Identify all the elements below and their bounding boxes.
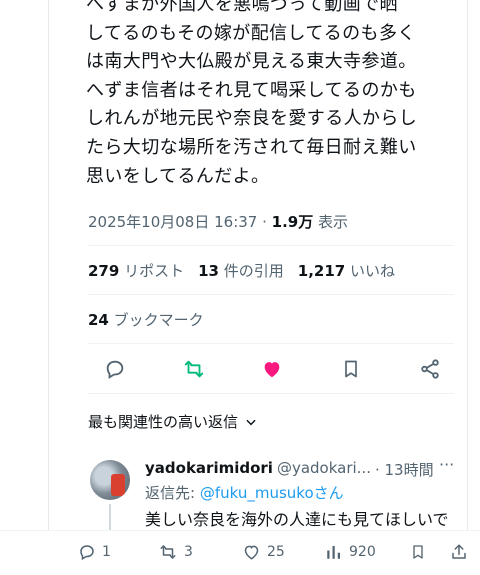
reply-views-count: 920 — [349, 544, 376, 560]
reposts-stat[interactable]: 279 リポスト — [88, 260, 184, 281]
reply-time[interactable]: · 13時間 — [375, 459, 434, 480]
tweet-text: へずまが外国人を悪嗚づって動画で晒 してるのもその嫁が配信してるのも多く は南大… — [86, 0, 466, 191]
share-icon — [421, 359, 439, 379]
reply-sort-label: 最も関連性の高い返信 — [88, 413, 239, 431]
like-button[interactable] — [258, 355, 286, 383]
reply-sort-dropdown[interactable]: 最も関連性の高い返信 — [88, 411, 258, 432]
divider — [88, 245, 454, 246]
heart-icon — [244, 545, 259, 560]
reply-share-button[interactable] — [450, 543, 468, 561]
reply-icon — [106, 360, 124, 379]
reply-icon — [80, 545, 94, 561]
thread-border-right — [467, 0, 468, 574]
reply-replies-count: 1 — [102, 544, 111, 560]
tweet-text-line: たら大切な場所を汚されて毎日耐え難い — [86, 136, 417, 158]
reposts-label: リポスト — [124, 262, 185, 280]
tweet-text-line: してるのもその嫁が配信してるのも多く — [86, 22, 416, 44]
reply-to-mention[interactable]: @fuku_musukoさん — [200, 484, 344, 502]
share-button[interactable] — [416, 355, 444, 383]
reply-author-name[interactable]: yadokarimidori — [145, 459, 273, 480]
likes-label: いいね — [350, 262, 396, 280]
reply-reposts-count: 3 — [184, 544, 193, 560]
tweet-timestamp[interactable]: 2025年10月08日 16:37 · — [88, 213, 272, 231]
likes-stat[interactable]: 1,217 いいね — [298, 260, 395, 281]
views-count: 1.9万 — [271, 213, 314, 231]
bookmark-button[interactable] — [337, 355, 365, 383]
reply-to-line: 返信先: @fuku_musukoさん — [145, 482, 344, 503]
chevron-down-icon — [246, 419, 256, 425]
divider — [88, 343, 454, 344]
reply-likes-count: 25 — [267, 544, 285, 560]
reply-bookmark-button[interactable] — [410, 543, 426, 561]
more-options-button[interactable]: ··· — [439, 455, 454, 474]
divider — [88, 294, 454, 295]
bookmarks-count: 24 — [88, 311, 109, 329]
reply-like-button[interactable]: 25 — [242, 543, 285, 561]
quotes-stat[interactable]: 13 件の引用 — [198, 260, 284, 281]
reply-reply-button[interactable]: 1 — [78, 543, 111, 561]
reposts-count: 279 — [88, 262, 120, 280]
tweet-text-line: しれんが地元民や奈良を愛する人からし — [86, 108, 418, 130]
quotes-count: 13 — [198, 262, 219, 280]
bookmarks-label: ブックマーク — [113, 311, 204, 329]
reply-author-handle[interactable]: @yadokari... — [277, 459, 371, 480]
tweet-text-line: へずま信者はそれ見て喝采してるのかも — [86, 79, 417, 101]
reply-header: yadokarimidori @yadokari... · 13時間 — [145, 459, 434, 480]
reply-text: 美しい奈良を海外の人達にも見てほしいで — [145, 510, 449, 529]
reply-views-button[interactable]: 920 — [325, 543, 376, 561]
likes-count: 1,217 — [297, 262, 346, 280]
bar-chart-icon — [327, 546, 340, 559]
reply-repost-button[interactable]: 3 — [158, 543, 193, 561]
engagement-stats: 279 リポスト 13 件の引用 1,217 いいね — [88, 260, 395, 281]
avatar-detail — [111, 474, 125, 496]
reply-to-prefix: 返信先: — [145, 484, 200, 502]
upload-icon — [452, 544, 466, 559]
reply-action-bar: 1 3 25 920 — [0, 530, 480, 575]
repost-icon — [160, 545, 176, 559]
thread-border-left — [48, 0, 49, 574]
tweet-meta: 2025年10月08日 16:37 · 1.9万 表示 — [88, 211, 348, 232]
tweet-text-line: へずまが外国人を悪嗚づって動画で晒 — [86, 0, 398, 15]
views-label: 表示 — [313, 213, 349, 231]
bookmark-icon — [345, 360, 357, 378]
reply-button[interactable] — [101, 355, 129, 383]
tweet-text-line: 思いをしてるんだよ。 — [86, 165, 270, 187]
avatar[interactable] — [90, 460, 130, 500]
bookmarks-stat[interactable]: 24 ブックマーク — [88, 309, 204, 330]
heart-filled-icon — [264, 362, 280, 378]
repost-icon — [184, 360, 204, 378]
quotes-label: 件の引用 — [223, 262, 284, 280]
divider — [88, 393, 454, 394]
repost-button[interactable] — [180, 355, 208, 383]
tweet-text-line: は南大門や大仏殿が見える東大寺参道。 — [86, 51, 417, 73]
bookmark-icon — [413, 545, 423, 559]
